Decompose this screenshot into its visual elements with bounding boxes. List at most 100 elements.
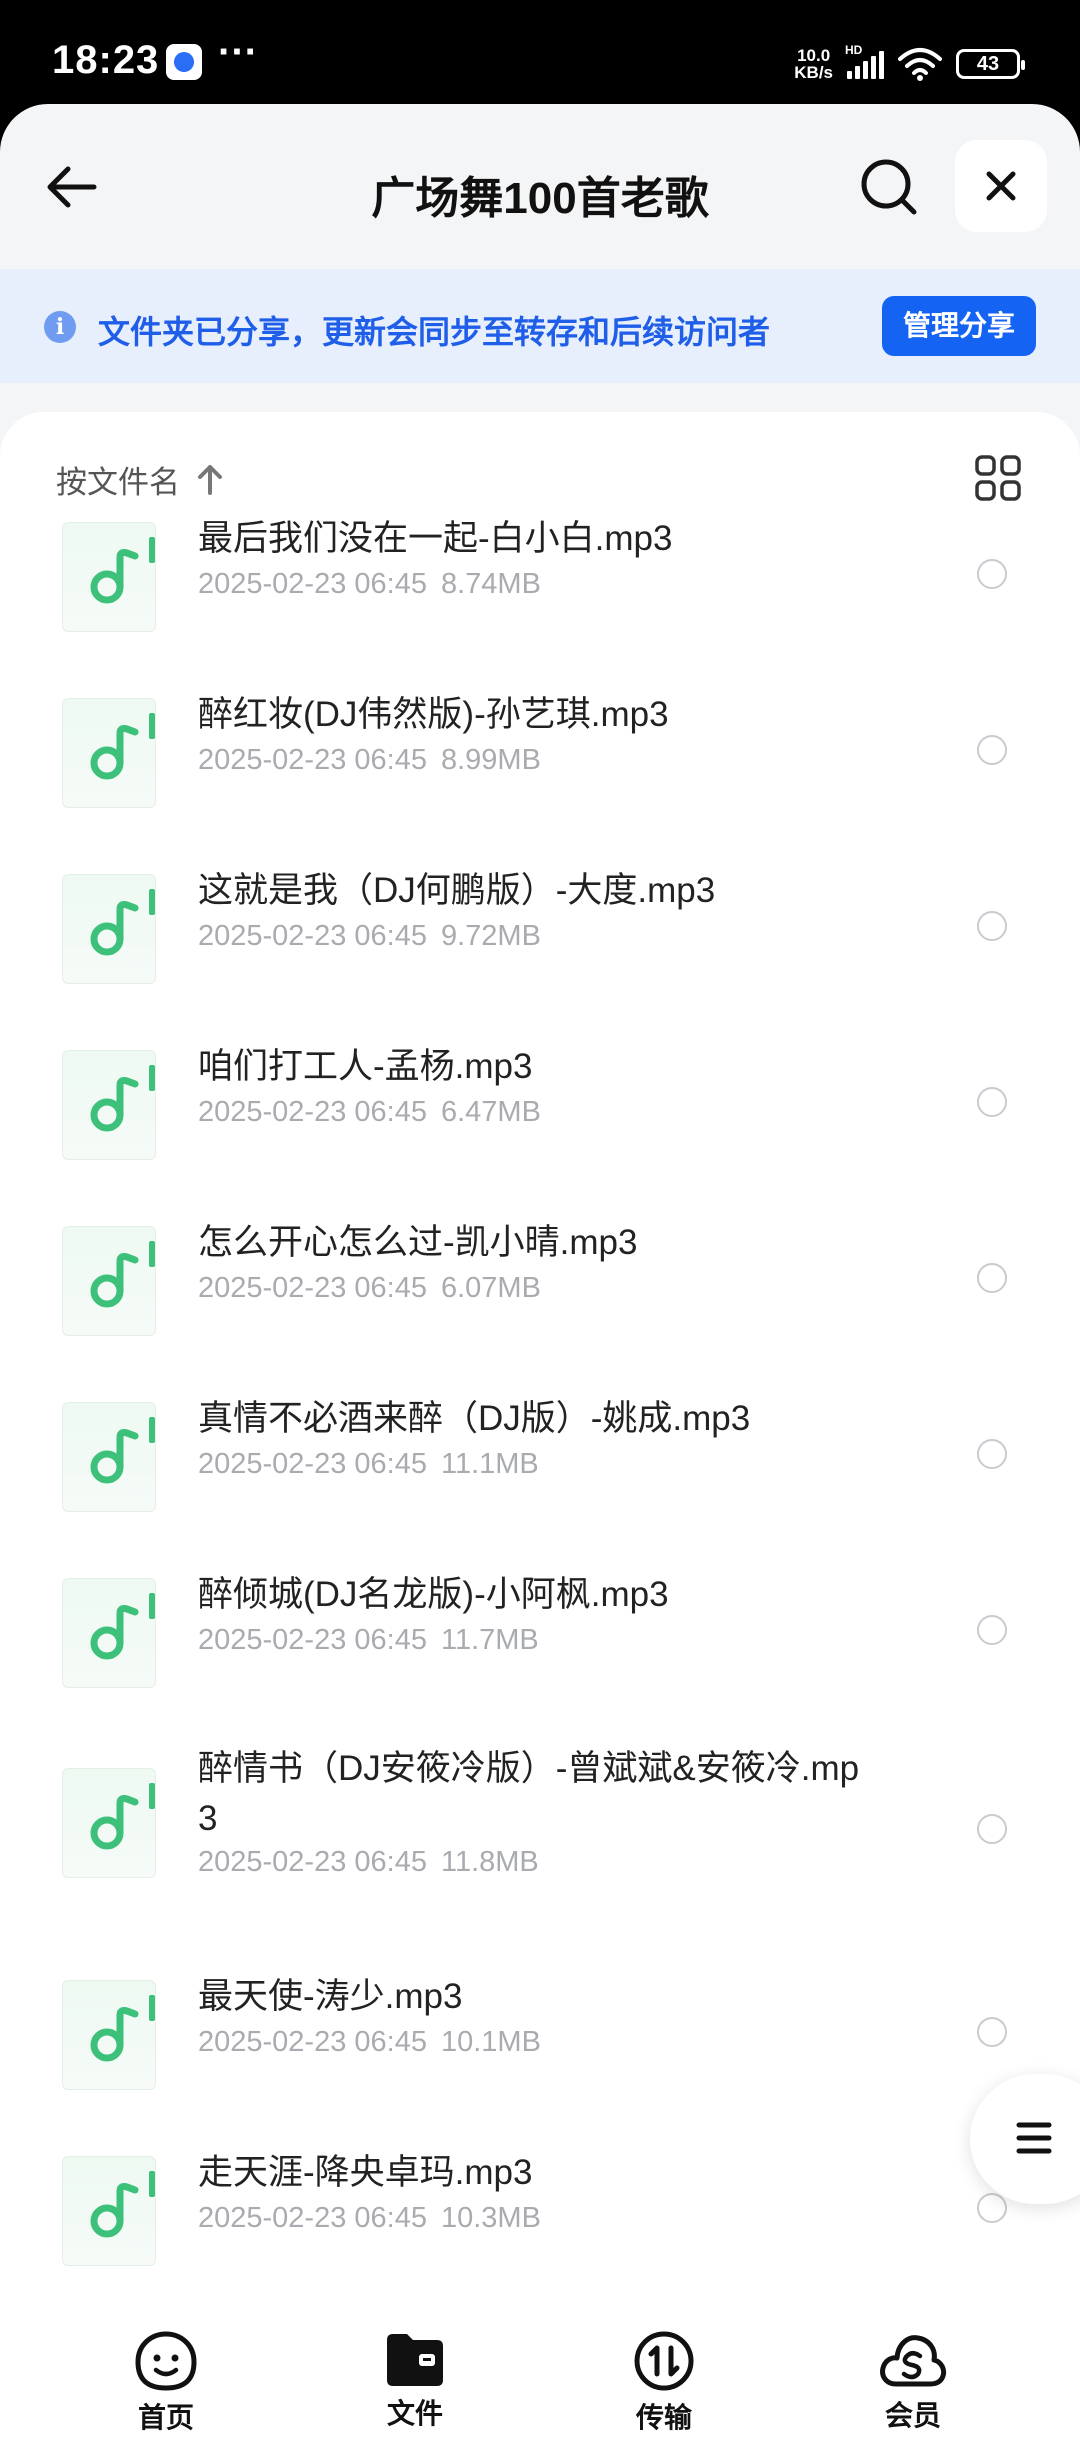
file-row[interactable]: 走天涯-降央卓玛.mp3 2025-02-23 06:45 10.3MB <box>0 2118 1080 2288</box>
music-file-icon <box>62 2156 156 2266</box>
share-notice-text: 文件夹已分享，更新会同步至转存和后续访问者 <box>98 314 771 350</box>
nav-item-transfer[interactable]: 传输 <box>584 2330 744 2436</box>
nav-item-home[interactable]: 首页 <box>86 2330 246 2436</box>
music-file-icon <box>62 1226 156 1336</box>
file-meta: 2025-02-23 06:45 6.07MB <box>198 1272 541 1305</box>
header: 广场舞100首老歌 <box>0 104 1080 269</box>
file-name: 这就是我（DJ何鹏版）-大度.mp3 <box>198 871 716 910</box>
more-notifications-icon: ··· <box>218 30 258 74</box>
file-row[interactable]: 最后我们没在一起-白小白.mp3 2025-02-23 06:45 8.74MB <box>0 484 1080 654</box>
nav-item-member[interactable]: 会员 <box>833 2330 993 2434</box>
file-name: 醉情书（DJ安筱冷版）-曾斌斌&安筱冷.mp3 <box>198 1749 860 1838</box>
file-meta: 2025-02-23 06:45 11.8MB <box>198 1846 539 1879</box>
file-meta: 2025-02-23 06:45 9.72MB <box>198 920 541 953</box>
file-name: 咱们打工人-孟杨.mp3 <box>198 1047 533 1086</box>
file-meta: 2025-02-23 06:45 10.1MB <box>198 2026 541 2059</box>
select-checkbox[interactable] <box>977 1439 1007 1469</box>
file-date: 2025-02-23 06:45 <box>198 744 427 776</box>
file-date: 2025-02-23 06:45 <box>198 568 427 600</box>
file-date: 2025-02-23 06:45 <box>198 1272 427 1304</box>
file-meta: 2025-02-23 06:45 6.47MB <box>198 1096 541 1129</box>
select-checkbox[interactable] <box>977 911 1007 941</box>
status-indicators: 10.0 KB/s HD 43 <box>794 43 1025 84</box>
file-size: 8.99MB <box>440 744 541 776</box>
file-date: 2025-02-23 06:45 <box>198 920 427 952</box>
file-row[interactable]: 醉倾城(DJ名龙版)-小阿枫.mp3 2025-02-23 06:45 11.7MB <box>0 1540 1080 1710</box>
file-list-card: 按文件名 最后我们没在一起-白小白.mp3 2025-02-23 06:45 8.7… <box>0 412 1080 2460</box>
nav-item-files[interactable]: 文件 <box>335 2330 495 2432</box>
file-name: 走天涯-降央卓玛.mp3 <box>198 2153 533 2192</box>
signal-icon: HD <box>845 43 884 79</box>
file-row[interactable]: 醉红妆(DJ伟然版)-孙艺琪.mp3 2025-02-23 06:45 8.99MB <box>0 660 1080 830</box>
cloud-member-icon <box>880 2335 947 2387</box>
battery-icon: 43 <box>956 49 1025 79</box>
file-date: 2025-02-23 06:45 <box>198 1096 427 1128</box>
wifi-icon <box>898 48 942 81</box>
file-size: 8.74MB <box>440 568 541 600</box>
network-speed: 10.0 KB/s <box>794 47 833 81</box>
search-button[interactable] <box>856 154 922 220</box>
nav-label-transfer: 传输 <box>635 2402 692 2433</box>
file-row[interactable]: 怎么开心怎么过-凯小晴.mp3 2025-02-23 06:45 6.07MB <box>0 1188 1080 1358</box>
file-date: 2025-02-23 06:45 <box>198 1624 427 1656</box>
file-name: 醉红妆(DJ伟然版)-孙艺琪.mp3 <box>198 695 669 734</box>
select-checkbox[interactable] <box>977 1087 1007 1117</box>
file-size: 10.3MB <box>440 2202 541 2234</box>
bottom-nav: 首页 文件 传输 会员 <box>0 2310 1080 2460</box>
manage-share-button[interactable]: 管理分享 <box>882 296 1036 356</box>
network-speed-unit: KB/s <box>794 63 833 82</box>
select-checkbox[interactable] <box>977 2017 1007 2047</box>
select-checkbox[interactable] <box>977 1814 1007 1844</box>
status-bar: 18:23 ··· 10.0 KB/s HD 43 <box>0 0 1080 110</box>
folder-icon <box>387 2334 443 2386</box>
network-speed-value: 10.0 <box>797 46 831 65</box>
status-time: 18:23 <box>52 38 160 82</box>
music-file-icon <box>62 1768 156 1878</box>
file-date: 2025-02-23 06:45 <box>198 1448 427 1480</box>
file-row[interactable]: 最天使-涛少.mp3 2025-02-23 06:45 10.1MB <box>0 1942 1080 2112</box>
menu-icon <box>1016 2122 1052 2154</box>
home-face-icon <box>135 2331 197 2391</box>
music-file-icon <box>62 1050 156 1160</box>
music-file-icon <box>62 1980 156 2090</box>
close-button[interactable] <box>955 140 1047 232</box>
file-size: 11.1MB <box>440 1448 539 1480</box>
file-name: 怎么开心怎么过-凯小晴.mp3 <box>198 1223 638 1262</box>
file-size: 6.07MB <box>440 1272 541 1304</box>
file-size: 11.8MB <box>440 1846 539 1878</box>
music-file-icon <box>62 522 156 632</box>
file-meta: 2025-02-23 06:45 8.99MB <box>198 744 541 777</box>
file-date: 2025-02-23 06:45 <box>198 1846 427 1878</box>
file-size: 9.72MB <box>440 920 541 952</box>
share-banner: i 文件夹已分享，更新会同步至转存和后续访问者 管理分享 <box>0 269 1080 383</box>
music-file-icon <box>62 1402 156 1512</box>
battery-level: 43 <box>976 52 1000 75</box>
file-row[interactable]: 真情不必酒来醉（DJ版）-姚成.mp3 2025-02-23 06:45 11.1M… <box>0 1364 1080 1534</box>
file-date: 2025-02-23 06:45 <box>198 2026 427 2058</box>
transfer-icon <box>634 2331 694 2391</box>
file-row[interactable]: 这就是我（DJ何鹏版）-大度.mp3 2025-02-23 06:45 9.72MB <box>0 836 1080 1006</box>
nav-label-member: 会员 <box>884 2400 941 2431</box>
nav-label-home: 首页 <box>137 2402 194 2433</box>
file-meta: 2025-02-23 06:45 11.7MB <box>198 1624 539 1657</box>
notification-app-icon <box>166 44 202 80</box>
file-date: 2025-02-23 06:45 <box>198 2202 427 2234</box>
music-file-icon <box>62 874 156 984</box>
file-name: 真情不必酒来醉（DJ版）-姚成.mp3 <box>198 1399 751 1438</box>
nav-label-files: 文件 <box>386 2398 443 2429</box>
info-icon: i <box>44 311 76 343</box>
select-checkbox[interactable] <box>977 559 1007 589</box>
file-name: 醉倾城(DJ名龙版)-小阿枫.mp3 <box>198 1575 669 1614</box>
file-size: 6.47MB <box>440 1096 541 1128</box>
select-checkbox[interactable] <box>977 735 1007 765</box>
file-row[interactable]: 咱们打工人-孟杨.mp3 2025-02-23 06:45 6.47MB <box>0 1012 1080 1182</box>
select-checkbox[interactable] <box>977 2193 1007 2223</box>
file-size: 10.1MB <box>440 2026 541 2058</box>
select-checkbox[interactable] <box>977 1263 1007 1293</box>
select-checkbox[interactable] <box>977 1615 1007 1645</box>
file-size: 11.7MB <box>440 1624 539 1656</box>
file-name: 最天使-涛少.mp3 <box>198 1977 463 2016</box>
file-meta: 2025-02-23 06:45 11.1MB <box>198 1448 539 1481</box>
close-icon <box>986 171 1016 201</box>
file-row[interactable]: 醉情书（DJ安筱冷版）-曾斌斌&安筱冷.mp3 2025-02-23 06:45 1… <box>0 1716 1080 1936</box>
